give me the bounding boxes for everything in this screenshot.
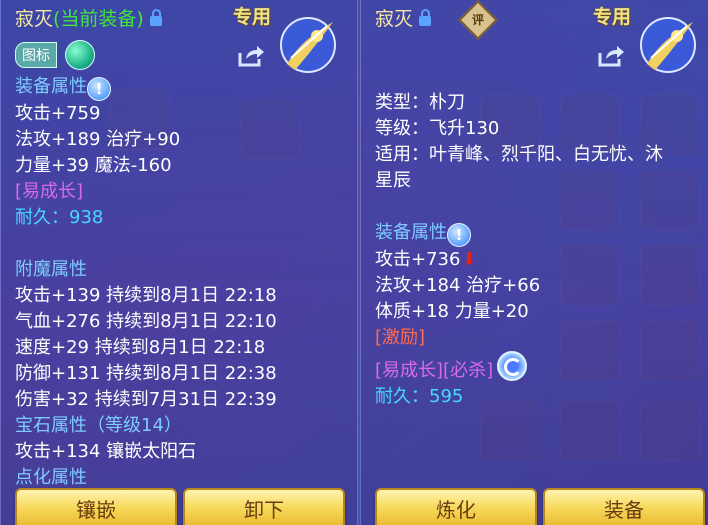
line-text: 装备属性 (375, 222, 447, 243)
section-title: 宝石属性（等级14） (15, 413, 277, 439)
line-text: 攻击+759 (15, 103, 101, 124)
lock-icon[interactable] (419, 9, 432, 26)
line-text: 伤害+32 持续到7月31日 22:39 (15, 389, 277, 410)
attribute-line: 适用：叶青峰、烈千阳、白无忧、沐 (375, 142, 663, 168)
attribute-line: 攻击+759 (15, 101, 277, 127)
item-title: 寂灭 (375, 4, 432, 31)
line-text: 适用：叶青峰、烈千阳、白无忧、沐 (375, 144, 663, 165)
down-arrow-icon: ⬇ (461, 249, 477, 270)
attribute-line: 防御+131 持续到8月1日 22:38 (15, 361, 277, 387)
toggle-knob (65, 40, 95, 70)
attribute-line: 攻击+134 镶嵌太阳石 (15, 439, 277, 465)
selected-item-panel: 寂灭 评 专用 类型：朴刀等级：飞升130 适用：叶青峰、烈千阳、白无忧、沐 星辰 … (360, 0, 708, 525)
icon-toggle-label: 图标 (15, 42, 57, 68)
line-text: 力量+39 魔法-160 (15, 155, 172, 176)
line-text: 星辰 (375, 170, 411, 191)
line-text: 气血+276 持续到8月1日 22:10 (15, 311, 277, 332)
line-text: 法攻+184 治疗+66 (375, 275, 541, 296)
equipped-attribute-list: 装备属性! 攻击+759 法攻+189 治疗+90 力量+39 魔法-160 [易成长]… (15, 74, 277, 491)
attribute-line: 伤害+32 持续到7月31日 22:39 (15, 387, 277, 413)
exclusive-label: 专用 (233, 6, 272, 28)
attribute-line: 力量+39 魔法-160 (15, 153, 277, 179)
item-name: 寂灭 (375, 8, 414, 30)
line-text: 宝石属性（等级14） (15, 415, 182, 436)
item-name: 寂灭 (15, 8, 54, 30)
refine-button[interactable]: 炼化 (375, 488, 537, 525)
info-icon[interactable]: ! (87, 77, 111, 101)
line-text: 攻击+139 持续到8月1日 22:18 (15, 285, 277, 306)
equip-button[interactable]: 装备 (543, 488, 705, 525)
appraise-badge[interactable]: 评 (458, 0, 498, 40)
item-title: 寂灭(当前装备) (15, 4, 162, 31)
line-text: 点化属性 (15, 467, 87, 488)
line-text: 附魔属性 (15, 259, 87, 280)
line-text: 装备属性 (15, 76, 87, 97)
attribute-line: [易成长] (15, 179, 277, 205)
appraise-badge-label: 评 (471, 13, 484, 27)
attribute-line: 攻击+736⬇ (375, 247, 663, 273)
line-text: [易成长] (15, 181, 84, 202)
attribute-line: [激励] (375, 325, 663, 351)
line-text: 攻击+134 镶嵌太阳石 (15, 441, 197, 462)
line-text: 体质+18 力量+20 (375, 301, 529, 322)
line-text: 耐久：595 (375, 386, 464, 407)
section-title: 附魔属性 (15, 257, 277, 283)
icon-toggle[interactable]: 图标 (15, 40, 95, 70)
character-avatar (640, 17, 696, 73)
line-text: 耐久：938 (15, 207, 104, 228)
share-icon[interactable] (597, 44, 625, 68)
lock-icon[interactable] (149, 9, 162, 26)
attribute-line: 气血+276 持续到8月1日 22:10 (15, 309, 277, 335)
line-text: 速度+29 持续到8月1日 22:18 (15, 337, 266, 358)
attribute-line: 耐久：938 (15, 205, 277, 231)
attribute-line: 速度+29 持续到8月1日 22:18 (15, 335, 277, 361)
inlay-button[interactable]: 镶嵌 (15, 488, 177, 525)
attribute-line: 类型：朴刀 (375, 90, 663, 116)
section-title: 装备属性! (375, 220, 663, 247)
line-text: 防御+131 持续到8月1日 22:38 (15, 363, 277, 384)
attribute-line: 星辰 (375, 168, 663, 194)
line-text: [易成长][必杀] (375, 360, 494, 381)
unload-button[interactable]: 卸下 (183, 488, 345, 525)
attribute-line (375, 194, 663, 220)
line-text (375, 196, 381, 217)
attribute-line: 耐久：595 (375, 384, 663, 410)
line-text: 攻击+736 (375, 249, 461, 270)
attribute-line (15, 231, 277, 257)
line-text: [激励] (375, 327, 426, 348)
character-avatar (280, 17, 336, 73)
line-text: 类型：朴刀 (375, 92, 465, 113)
section-title: 装备属性! (15, 74, 277, 101)
share-icon[interactable] (237, 44, 265, 68)
selected-attribute-list: 类型：朴刀等级：飞升130 适用：叶青峰、烈千阳、白无忧、沐 星辰 装备属性! 攻击+… (375, 90, 663, 410)
attribute-line: 法攻+189 治疗+90 (15, 127, 277, 153)
attribute-line: [易成长][必杀] (375, 351, 663, 384)
line-text: 等级：飞升130 (375, 118, 500, 139)
attribute-line: 法攻+184 治疗+66 (375, 273, 663, 299)
attribute-line: 体质+18 力量+20 (375, 299, 663, 325)
line-text: 法攻+189 治疗+90 (15, 129, 181, 150)
attribute-line: 等级：飞升130 (375, 116, 663, 142)
equipped-tag: (当前装备) (53, 8, 144, 30)
equipped-item-panel: 寂灭(当前装备) 专用 图标 装备属性! 攻击+759 法攻+189 治疗+90 力量… (0, 0, 358, 525)
exclusive-label: 专用 (593, 6, 632, 28)
line-text (15, 233, 21, 254)
attribute-line: 攻击+139 持续到8月1日 22:18 (15, 283, 277, 309)
info-icon[interactable]: ! (447, 223, 471, 247)
refresh-icon[interactable] (497, 351, 528, 381)
